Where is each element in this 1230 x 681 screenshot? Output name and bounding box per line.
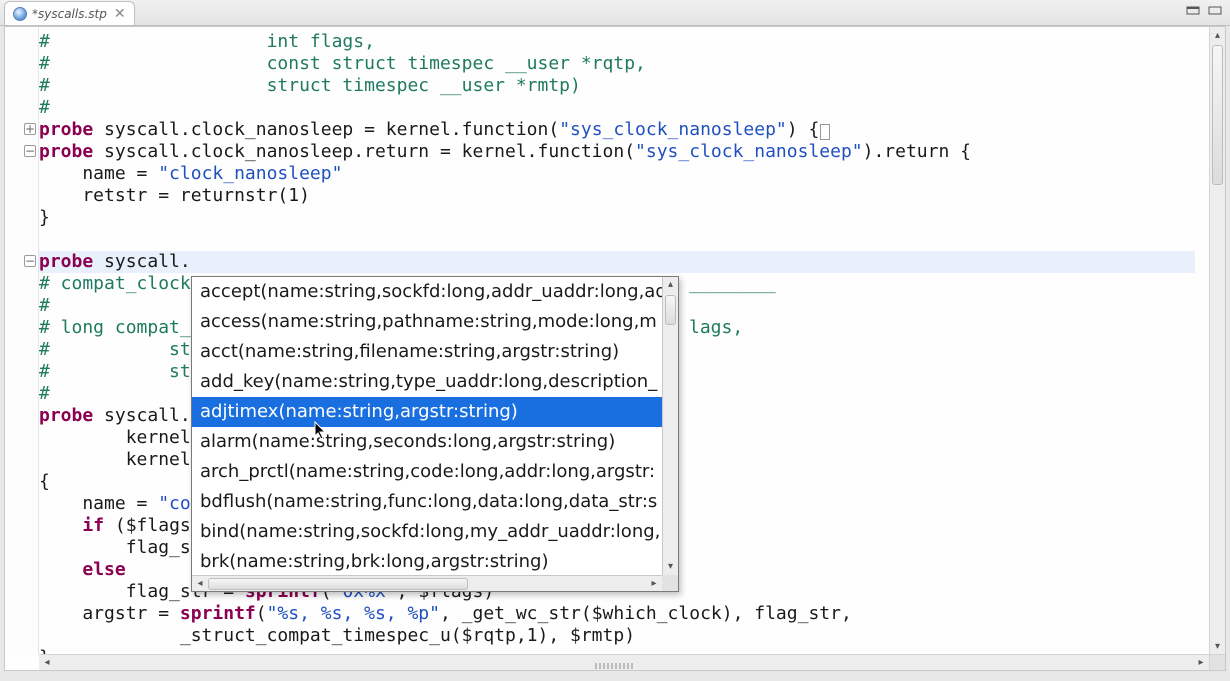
tab-title: *syscalls.stp [32, 7, 107, 21]
vscroll-thumb[interactable] [1212, 45, 1223, 185]
autocomplete-item[interactable]: adjtimex(name:string,argstr:string) [192, 397, 662, 427]
tab-syscalls[interactable]: *syscalls.stp ✕ [4, 1, 135, 25]
autocomplete-item[interactable]: arch_prctl(name:string,code:long,addr:lo… [192, 457, 662, 487]
fold-expand-icon[interactable]: + [24, 123, 36, 135]
fold-collapse-icon[interactable]: − [24, 255, 36, 267]
close-icon[interactable]: ✕ [112, 6, 128, 22]
vertical-scrollbar[interactable]: ▴ ▾ [1209, 27, 1225, 654]
resize-grip[interactable] [595, 663, 635, 669]
scroll-down-icon[interactable]: ▾ [663, 559, 678, 575]
scroll-up-icon[interactable]: ▴ [663, 277, 678, 293]
autocomplete-list[interactable]: accept(name:string,sockfd:long,addr_uadd… [192, 277, 662, 575]
autocomplete-item[interactable]: accept(name:string,sockfd:long,addr_uadd… [192, 277, 662, 307]
autocomplete-item[interactable]: bind(name:string,sockfd:long,my_addr_uad… [192, 517, 662, 547]
autocomplete-item[interactable]: bdflush(name:string,func:long,data:long,… [192, 487, 662, 517]
autocomplete-item[interactable]: acct(name:string,filename:string,argstr:… [192, 337, 662, 367]
autocomplete-scroll-corner [662, 575, 678, 591]
mouse-cursor [314, 421, 328, 441]
fold-collapse-icon[interactable]: − [24, 145, 36, 157]
scroll-down-icon[interactable]: ▾ [1210, 638, 1225, 654]
scrollbar-corner [1209, 654, 1225, 670]
autocomplete-item[interactable]: access(name:string,pathname:string,mode:… [192, 307, 662, 337]
scroll-right-icon[interactable]: ▸ [1193, 657, 1209, 668]
maximize-icon[interactable] [1208, 4, 1224, 18]
editor-window: *syscalls.stp ✕ # int flags,# const stru… [0, 0, 1230, 681]
scroll-up-icon[interactable]: ▴ [1210, 27, 1225, 43]
autocomplete-hthumb[interactable] [208, 578, 468, 590]
autocomplete-vthumb[interactable] [665, 295, 676, 325]
autocomplete-vscroll[interactable]: ▴ ▾ [662, 277, 678, 575]
file-icon [13, 7, 27, 21]
scroll-left-icon[interactable]: ◂ [39, 657, 55, 668]
minimize-icon[interactable] [1186, 4, 1202, 18]
autocomplete-item[interactable]: add_key(name:string,type_uaddr:long,desc… [192, 367, 662, 397]
tab-bar-controls [1186, 4, 1224, 18]
autocomplete-popup[interactable]: accept(name:string,sockfd:long,addr_uadd… [191, 276, 679, 592]
tab-bar: *syscalls.stp ✕ [0, 0, 1230, 26]
autocomplete-hscroll[interactable]: ◂ ▸ [192, 575, 662, 591]
scroll-right-icon[interactable]: ▸ [646, 578, 662, 589]
autocomplete-item[interactable]: alarm(name:string,seconds:long,argstr:st… [192, 427, 662, 457]
autocomplete-item[interactable]: brk(name:string,brk:long,argstr:string) [192, 547, 662, 575]
scroll-left-icon[interactable]: ◂ [192, 578, 208, 589]
